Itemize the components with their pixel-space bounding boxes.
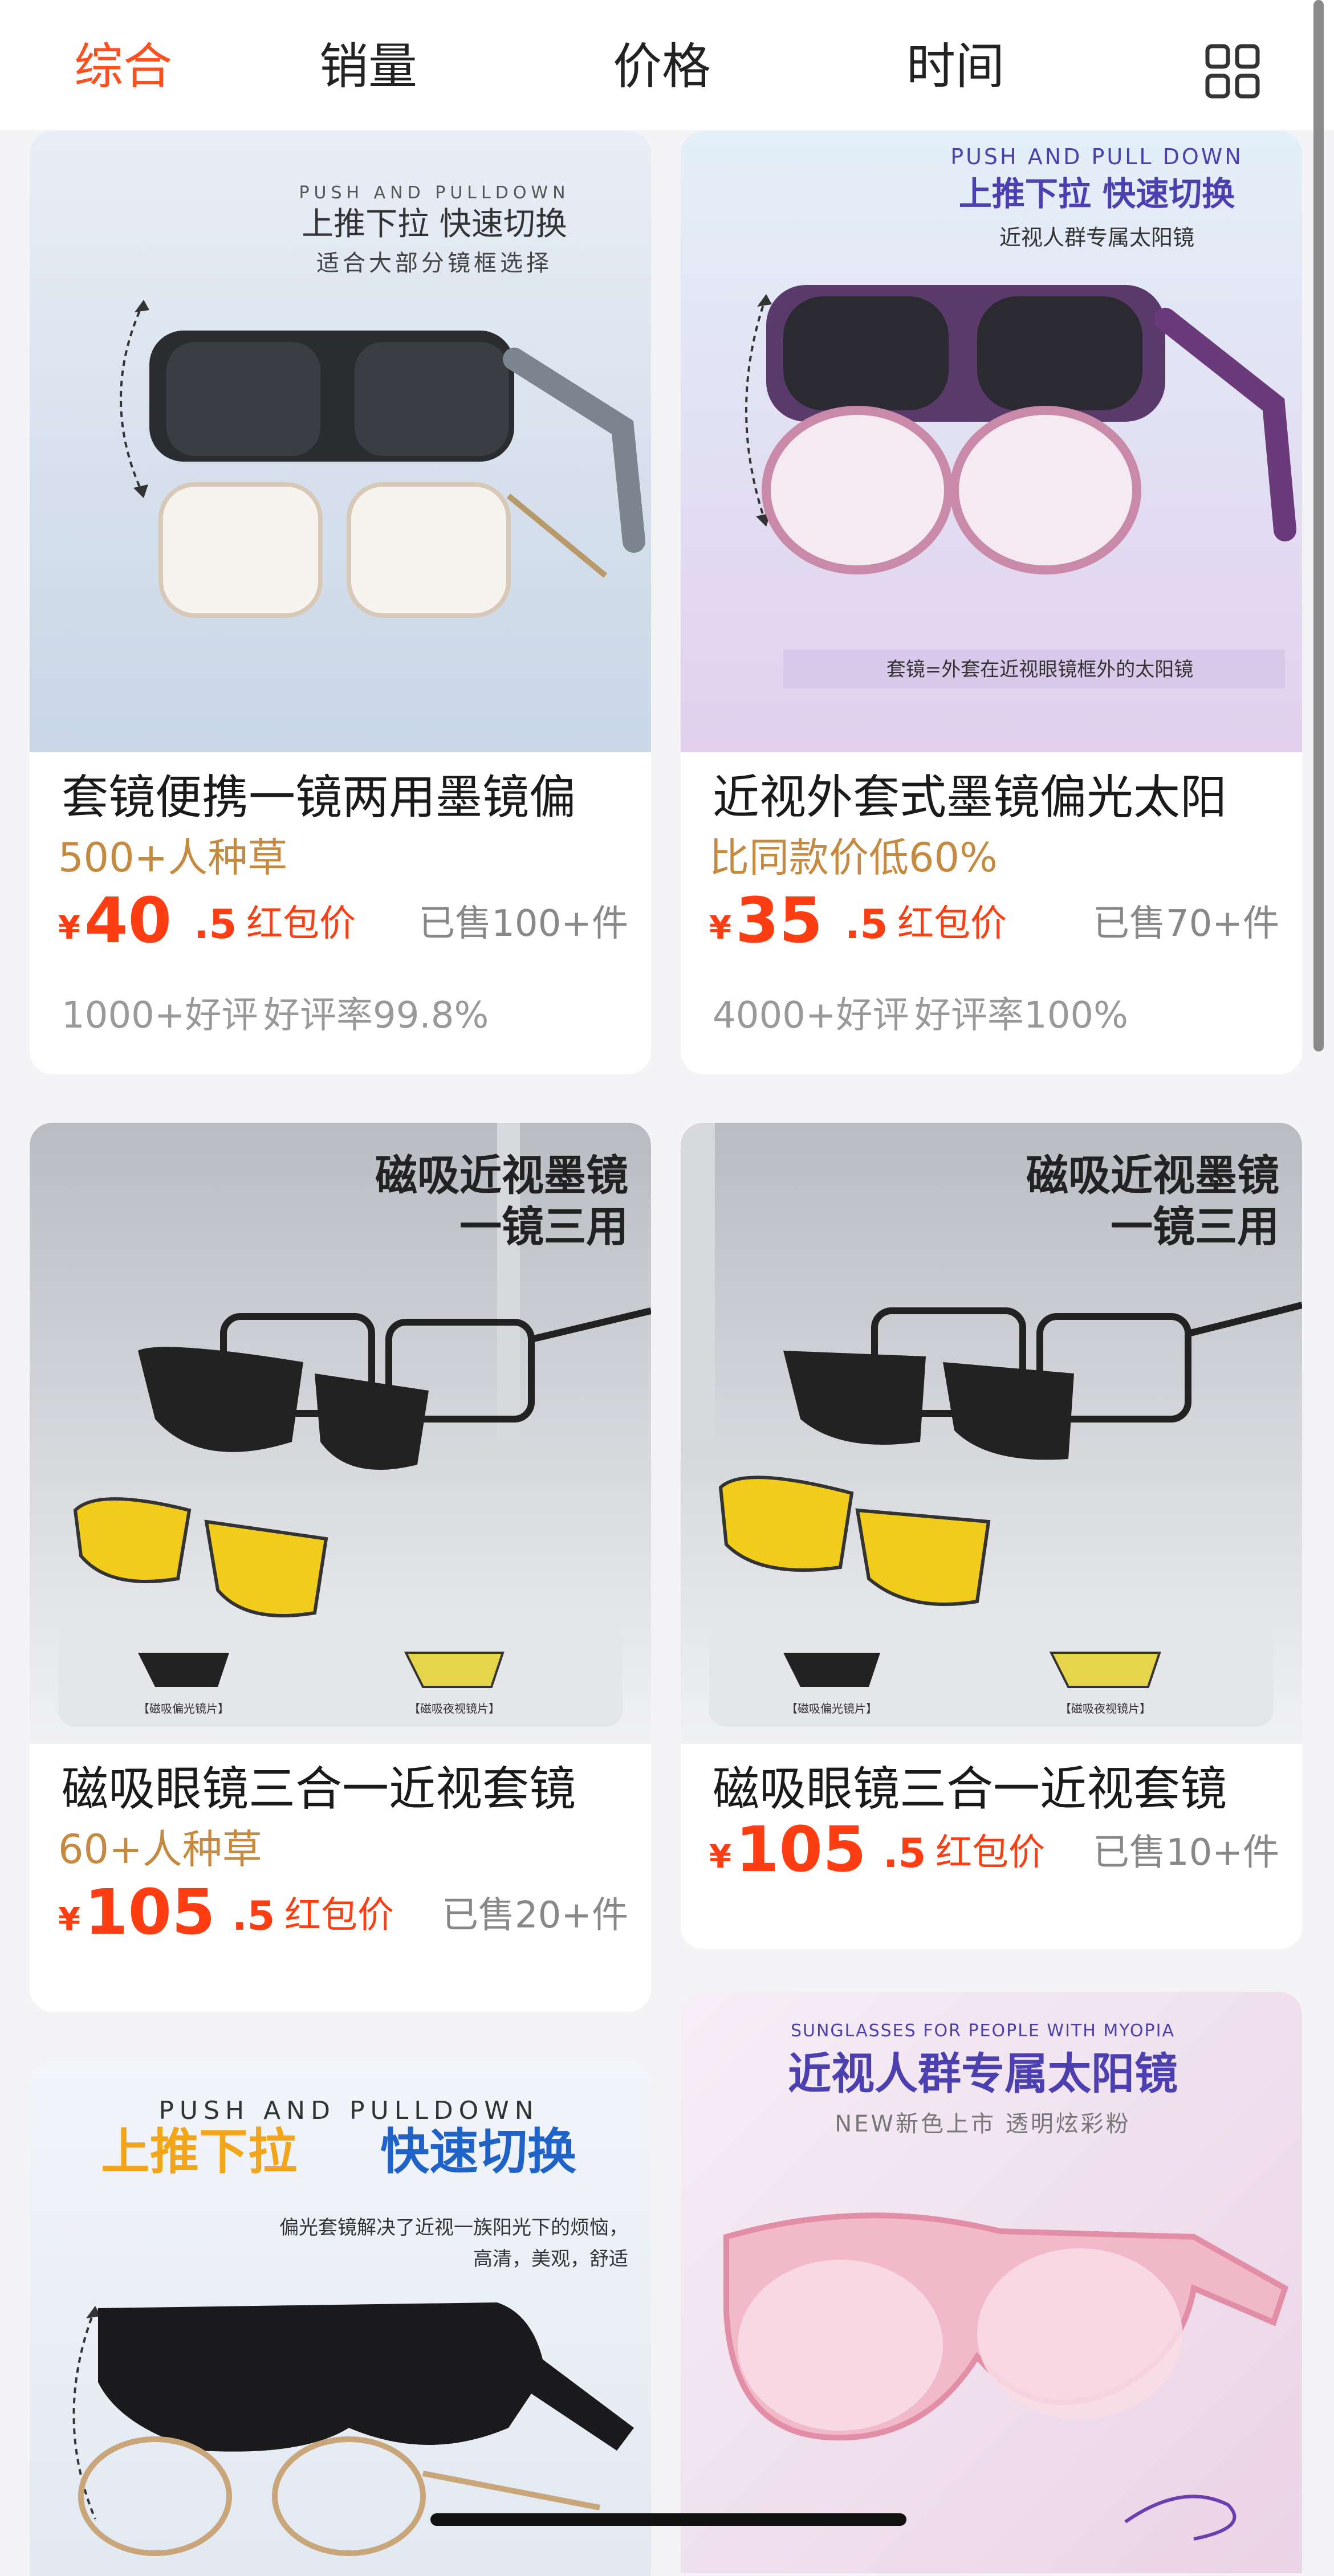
svg-text:上推下拉: 上推下拉 bbox=[101, 2123, 297, 2180]
svg-text:【磁吸夜视镜片】: 【磁吸夜视镜片】 bbox=[1060, 1702, 1151, 1715]
svg-text:近视人群专属太阳镜: 近视人群专属太阳镜 bbox=[788, 2048, 1178, 2099]
currency-symbol: ¥ bbox=[709, 910, 731, 947]
promo-text: 60+人种草 bbox=[58, 1826, 262, 1873]
sort-tab-bar: 综合 销量 价格 时间 bbox=[0, 0, 1334, 130]
price-integer: 105 bbox=[735, 1813, 867, 1886]
currency-symbol: ¥ bbox=[58, 1901, 80, 1938]
price-row: ¥ 35 .5 红包价 已售70+件 bbox=[709, 886, 1279, 955]
scrollbar-thumb[interactable] bbox=[1313, 0, 1324, 1051]
svg-text:【磁吸夜视镜片】: 【磁吸夜视镜片】 bbox=[409, 1702, 500, 1715]
product-image: PUSH AND PULLDOWN 上推下拉 快速切换 适合大部分镜框选择 bbox=[30, 131, 651, 752]
sold-count: 已售100+件 bbox=[418, 903, 628, 945]
promo-text: 500+人种草 bbox=[58, 834, 288, 881]
price-integer: 40 bbox=[84, 884, 172, 957]
tab-comprehensive[interactable]: 综合 bbox=[74, 35, 172, 98]
product-card[interactable]: PUSH AND PULLDOWN 上推下拉 快速切换 偏光套镜解决了近视一族阳… bbox=[30, 2063, 651, 2576]
product-image: PUSH AND PULLDOWN 上推下拉 快速切换 偏光套镜解决了近视一族阳… bbox=[30, 2063, 651, 2576]
product-title[interactable]: 磁吸眼镜三合一近视套镜 bbox=[713, 1758, 1283, 1821]
price-decimal: .5 bbox=[194, 901, 237, 948]
product-image: SUNGLASSES FOR PEOPLE WITH MYOPIA 近视人群专属… bbox=[681, 1992, 1302, 2573]
price-row: ¥ 105 .5 红包价 已售20+件 bbox=[58, 1878, 628, 1946]
price-decimal: .5 bbox=[232, 1893, 275, 1939]
sold-count: 已售10+件 bbox=[1092, 1832, 1279, 1874]
tab-time[interactable]: 时间 bbox=[906, 35, 1004, 98]
product-card[interactable]: SUNGLASSES FOR PEOPLE WITH MYOPIA 近视人群专属… bbox=[681, 1992, 1302, 2573]
rating-rate: 好评率100% bbox=[914, 994, 1128, 1037]
svg-text:上推下拉 快速切换: 上推下拉 快速切换 bbox=[302, 206, 567, 243]
price-label: 红包价 bbox=[246, 903, 356, 945]
price-row: ¥ 40 .5 红包价 已售100+件 bbox=[58, 886, 628, 955]
price-integer: 105 bbox=[84, 1876, 215, 1949]
sold-count: 已售70+件 bbox=[1092, 903, 1279, 945]
svg-text:偏光套镜解决了近视一族阳光下的烦恼，: 偏光套镜解决了近视一族阳光下的烦恼， bbox=[279, 2216, 628, 2239]
svg-text:高清，美观，舒适: 高清，美观，舒适 bbox=[473, 2248, 628, 2271]
grid-view-icon[interactable] bbox=[1204, 43, 1261, 100]
product-title[interactable]: 磁吸眼镜三合一近视套镜 bbox=[62, 1758, 632, 1821]
product-title[interactable]: 套镜便携一镜两用墨镜偏 bbox=[62, 767, 632, 829]
product-card[interactable]: 磁吸近视墨镜 一镜三用 【磁吸偏光镜片】 【磁吸夜视镜片】 磁吸眼镜三合一近视套… bbox=[681, 1123, 1302, 1949]
product-card[interactable]: 磁吸近视墨镜 一镜三用 【磁吸偏光镜片】 【磁吸夜视镜片】 磁吸眼镜三合一近视套… bbox=[30, 1123, 651, 2012]
svg-text:【磁吸偏光镜片】: 【磁吸偏光镜片】 bbox=[786, 1702, 877, 1715]
promo-text: 比同款价低60% bbox=[709, 834, 998, 881]
price-row: ¥ 105 .5 红包价 已售10+件 bbox=[709, 1815, 1279, 1884]
svg-text:NEW新色上市 透明炫彩粉: NEW新色上市 透明炫彩粉 bbox=[835, 2111, 1130, 2137]
price-label: 红包价 bbox=[284, 1894, 394, 1937]
home-indicator[interactable] bbox=[430, 2513, 906, 2526]
currency-symbol: ¥ bbox=[58, 910, 80, 947]
sold-count: 已售20+件 bbox=[441, 1894, 628, 1937]
svg-text:PUSH AND PULLDOWN: PUSH AND PULLDOWN bbox=[158, 2096, 539, 2125]
svg-text:套镜=外套在近视眼镜框外的太阳镜: 套镜=外套在近视眼镜框外的太阳镜 bbox=[886, 658, 1194, 681]
product-card[interactable]: PUSH AND PULLDOWN 上推下拉 快速切换 适合大部分镜框选择 套镜… bbox=[30, 131, 651, 1074]
currency-symbol: ¥ bbox=[709, 1839, 731, 1876]
svg-text:磁吸近视墨镜: 磁吸近视墨镜 bbox=[1026, 1151, 1279, 1200]
svg-text:快速切换: 快速切换 bbox=[380, 2123, 576, 2180]
svg-text:一镜三用: 一镜三用 bbox=[459, 1203, 628, 1252]
product-image: PUSH AND PULL DOWN 上推下拉 快速切换 近视人群专属太阳镜 套… bbox=[681, 131, 1302, 752]
svg-text:PUSH AND PULLDOWN: PUSH AND PULLDOWN bbox=[299, 183, 570, 203]
tab-price[interactable]: 价格 bbox=[613, 35, 711, 98]
review-count: 1000+好评 bbox=[62, 994, 258, 1037]
review-count: 4000+好评 bbox=[713, 994, 909, 1037]
rating-rate: 好评率99.8% bbox=[263, 994, 489, 1037]
price-integer: 35 bbox=[735, 884, 823, 957]
tab-sales[interactable]: 销量 bbox=[319, 35, 417, 98]
price-decimal: .5 bbox=[845, 901, 888, 948]
svg-text:【磁吸偏光镜片】: 【磁吸偏光镜片】 bbox=[138, 1702, 229, 1715]
price-label: 红包价 bbox=[936, 1832, 1045, 1874]
svg-text:适合大部分镜框选择: 适合大部分镜框选择 bbox=[316, 250, 552, 276]
product-image: 磁吸近视墨镜 一镜三用 【磁吸偏光镜片】 【磁吸夜视镜片】 bbox=[30, 1123, 651, 1744]
svg-text:上推下拉 快速切换: 上推下拉 快速切换 bbox=[959, 174, 1235, 213]
svg-text:磁吸近视墨镜: 磁吸近视墨镜 bbox=[375, 1151, 628, 1200]
product-title[interactable]: 近视外套式墨镜偏光太阳 bbox=[713, 767, 1283, 829]
svg-text:PUSH AND PULL DOWN: PUSH AND PULL DOWN bbox=[950, 144, 1243, 169]
product-image: 磁吸近视墨镜 一镜三用 【磁吸偏光镜片】 【磁吸夜视镜片】 bbox=[681, 1123, 1302, 1744]
svg-text:一镜三用: 一镜三用 bbox=[1111, 1203, 1279, 1252]
product-card[interactable]: PUSH AND PULL DOWN 上推下拉 快速切换 近视人群专属太阳镜 套… bbox=[681, 131, 1302, 1074]
price-decimal: .5 bbox=[883, 1830, 926, 1877]
svg-text:SUNGLASSES FOR PEOPLE WITH MYO: SUNGLASSES FOR PEOPLE WITH MYOPIA bbox=[791, 2021, 1175, 2041]
price-label: 红包价 bbox=[897, 903, 1007, 945]
svg-text:近视人群专属太阳镜: 近视人群专属太阳镜 bbox=[999, 225, 1194, 250]
